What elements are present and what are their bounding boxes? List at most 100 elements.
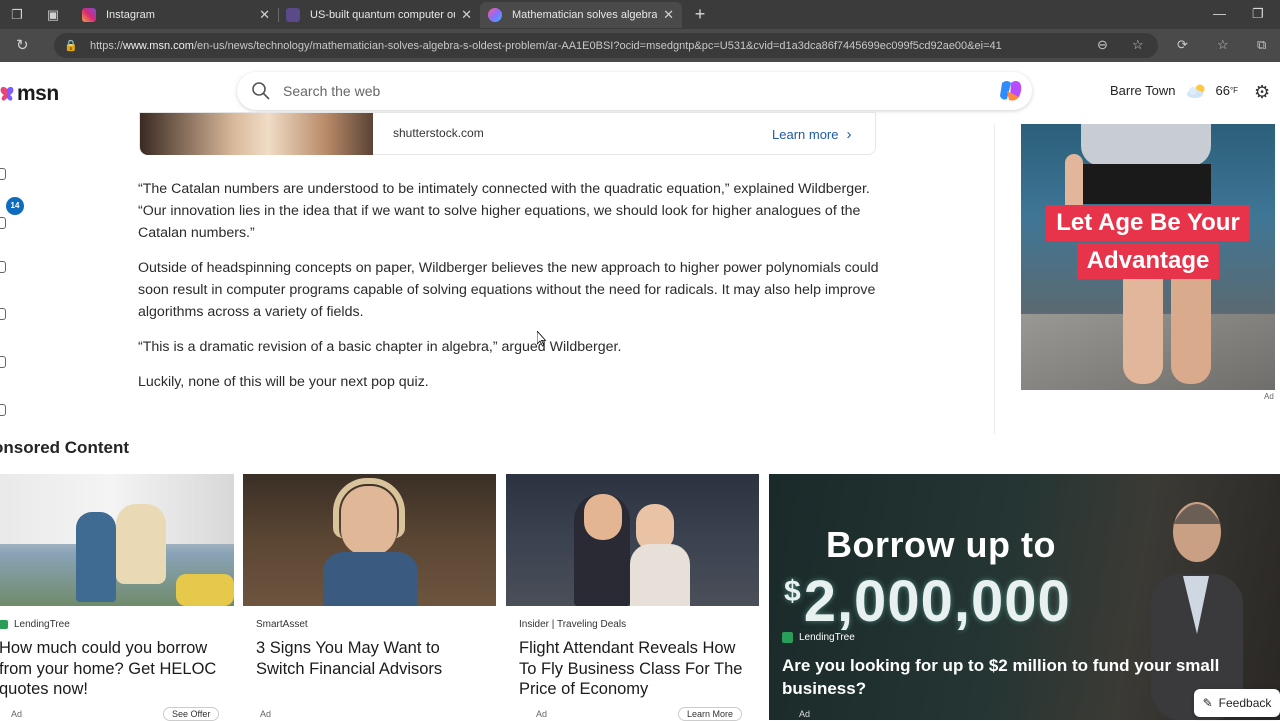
extensions-icon[interactable]: ⟳ xyxy=(1177,37,1188,53)
card-source-label: SmartAsset xyxy=(256,619,308,630)
notification-badge[interactable]: 14 xyxy=(6,197,24,215)
card-source: SmartAsset xyxy=(256,619,308,630)
close-icon[interactable]: ✕ xyxy=(663,7,674,23)
feature-amount-value: 2,000,000 xyxy=(803,569,1071,634)
sponsored-cards: LendingTree How much could you borrow fr… xyxy=(0,474,1280,721)
tab-actions-icon[interactable]: ▣ xyxy=(40,0,66,29)
favorite-star-icon[interactable]: ☆ xyxy=(1132,37,1144,53)
tab-mathematician[interactable]: Mathematician solves algebra's o ✕ xyxy=(480,2,682,28)
card-source-label: LendingTree xyxy=(14,619,70,630)
ad-label: Ad xyxy=(536,709,548,719)
close-icon[interactable]: ✕ xyxy=(259,7,270,23)
gear-icon[interactable]: ⚙ xyxy=(1254,82,1270,103)
notifications-icon[interactable] xyxy=(0,217,6,229)
ad-label: Ad xyxy=(799,709,811,719)
temperature-value: 66 xyxy=(1215,83,1230,98)
learn-more-link[interactable]: Learn more › xyxy=(772,126,851,143)
workspaces-icon[interactable]: ❐ xyxy=(4,0,30,29)
tab-label: US-built quantum computer outs xyxy=(310,9,456,21)
card-image xyxy=(243,474,496,606)
article-paragraph: Luckily, none of this will be your next … xyxy=(138,374,429,390)
card-image-man-face xyxy=(584,494,622,540)
copilot-icon[interactable] xyxy=(998,79,1024,103)
ad-tag[interactable]: Ad xyxy=(1264,392,1274,401)
sponsored-card[interactable]: SmartAsset 3 Signs You May Want to Switc… xyxy=(243,474,496,720)
reader-icon[interactable]: ⊖ xyxy=(1097,37,1108,53)
logo-text: msn xyxy=(17,82,59,105)
article-body: “The Catalan numbers are understood to b… xyxy=(138,178,880,406)
msn-logo[interactable]: msn xyxy=(0,82,59,106)
close-icon[interactable]: ✕ xyxy=(461,7,472,23)
feedback-icon: ✎ xyxy=(1202,696,1213,710)
favorites-icon[interactable]: ☆ xyxy=(1217,37,1229,53)
ad-headline: Let Age Be Your Advantage xyxy=(1029,204,1267,280)
lendingtree-icon xyxy=(0,620,8,629)
card-source: Insider | Traveling Deals xyxy=(519,619,626,630)
refresh-icon[interactable]: ↻ xyxy=(16,36,29,54)
lock-icon[interactable]: 🔒 xyxy=(64,39,78,52)
top-ad-banner[interactable]: shutterstock.com Learn more › xyxy=(139,112,876,155)
address-bar[interactable]: 🔒 https://www.msn.com/en-us/news/technol… xyxy=(54,33,1158,58)
ad-figure-shorts xyxy=(1081,164,1211,204)
search-box[interactable] xyxy=(237,72,1032,110)
instagram-icon xyxy=(82,8,96,22)
shopping-icon[interactable] xyxy=(0,356,6,368)
sponsored-card[interactable]: LendingTree How much could you borrow fr… xyxy=(0,474,234,721)
column-divider xyxy=(994,124,995,434)
restore-icon[interactable]: ❐ xyxy=(1252,6,1264,22)
feedback-button[interactable]: ✎ Feedback xyxy=(1194,689,1280,717)
feature-headline: Borrow up to xyxy=(826,524,1056,565)
collections-icon[interactable]: ⧉ xyxy=(1257,37,1266,53)
card-source-label: LendingTree xyxy=(799,632,855,643)
discover-icon[interactable] xyxy=(0,261,6,273)
tab-instagram[interactable]: Instagram ✕ xyxy=(74,2,278,28)
browser-tab-strip: ❐ ▣ Instagram ✕ US-built quantum compute… xyxy=(0,0,1280,29)
card-image xyxy=(506,474,759,606)
games-icon[interactable] xyxy=(0,308,6,320)
url-path: /en-us/news/technology/mathematician-sol… xyxy=(193,39,1002,52)
home-icon[interactable] xyxy=(0,168,6,180)
tab-quantum[interactable]: US-built quantum computer outs ✕ xyxy=(278,2,480,28)
sponsored-card[interactable]: Insider | Traveling Deals Flight Attenda… xyxy=(506,474,759,721)
ad-label: Ad xyxy=(260,709,272,719)
see-offer-button[interactable]: See Offer xyxy=(163,707,220,721)
card-image-flowers xyxy=(176,574,234,606)
card-image-woman xyxy=(630,544,690,606)
lendingtree-icon xyxy=(782,632,793,643)
address-bar-row: ↻ 🔒 https://www.msn.com/en-us/news/techn… xyxy=(0,29,1280,62)
feature-currency: $ xyxy=(784,575,802,608)
tab-label: Mathematician solves algebra's o xyxy=(512,9,658,21)
card-title[interactable]: Flight Attendant Reveals How To Fly Busi… xyxy=(519,638,744,700)
partly-cloudy-icon xyxy=(1186,84,1205,98)
card-image-hair xyxy=(333,478,405,538)
chevron-right-icon: › xyxy=(846,126,852,143)
article-paragraph: “This is a dramatic revision of a basic … xyxy=(138,339,622,355)
article-paragraph: Outside of headspinning concepts on pape… xyxy=(138,260,879,320)
card-image-scarf xyxy=(323,552,418,606)
card-title[interactable]: Are you looking for up to $2 million to … xyxy=(782,654,1262,700)
search-icon xyxy=(252,82,270,100)
card-source: LendingTree xyxy=(0,619,70,630)
article-paragraph: “The Catalan numbers are understood to b… xyxy=(138,181,870,241)
weather-widget[interactable]: Barre Town 66 °F xyxy=(1110,83,1238,98)
url-text[interactable]: https://www.msn.com/en-us/news/technolog… xyxy=(90,40,1090,52)
card-image xyxy=(0,474,234,606)
more-icon[interactable] xyxy=(0,404,6,416)
msn-butterfly-icon xyxy=(488,8,502,22)
right-ad[interactable]: Let Age Be Your Advantage xyxy=(1021,124,1275,390)
tab-label: Instagram xyxy=(106,9,155,21)
minimize-icon[interactable]: — xyxy=(1213,6,1226,21)
feature-amount: $2,000,000 xyxy=(784,568,1071,635)
card-title[interactable]: How much could you borrow from your home… xyxy=(0,638,224,700)
search-input[interactable] xyxy=(283,83,963,99)
card-image-person xyxy=(76,512,116,602)
left-rail: 14 xyxy=(0,124,24,434)
sponsored-feature-card[interactable]: Borrow up to $2,000,000 LendingTree Are … xyxy=(769,474,1280,720)
card-title[interactable]: 3 Signs You May Want to Switch Financial… xyxy=(256,638,481,679)
sponsored-title: onsored Content xyxy=(0,438,129,457)
ad-image xyxy=(140,113,373,155)
new-tab-icon[interactable]: + xyxy=(690,4,710,24)
learn-more-button[interactable]: Learn More xyxy=(678,707,743,721)
ad-headline-line2: Advantage xyxy=(1076,243,1220,279)
url-host: www.msn.com xyxy=(123,39,194,52)
